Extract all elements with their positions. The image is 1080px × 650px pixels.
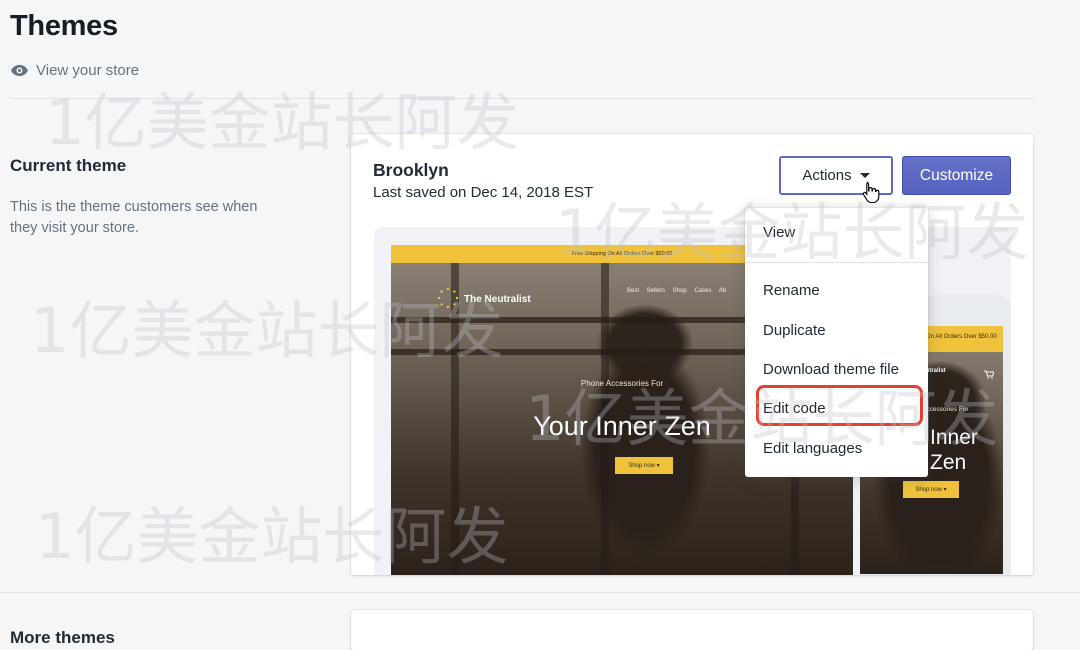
shop-now-button: Shop now ▾	[615, 457, 673, 474]
more-themes-heading: More themes	[10, 628, 115, 647]
store-nav: Best Sellers Shop Cases Ab	[627, 288, 727, 294]
mobile-hero-headline: Inner Zen	[930, 426, 978, 474]
menu-item-edit-code[interactable]: Edit code	[763, 400, 826, 417]
theme-name: Brooklyn	[373, 160, 449, 180]
menu-item-rename[interactable]: Rename	[763, 282, 820, 299]
eye-icon	[10, 64, 29, 77]
current-theme-description: This is the theme customers see when the…	[10, 199, 258, 236]
actions-label: Actions	[802, 167, 852, 184]
view-store-link[interactable]: View your store	[10, 62, 139, 79]
brand-name: The Neutralist	[464, 294, 531, 305]
menu-item-view[interactable]: View	[763, 224, 795, 241]
sun-icon	[437, 287, 459, 312]
menu-divider	[745, 262, 928, 263]
brand-logo: The Neutralist	[437, 287, 531, 312]
page-title: Themes	[10, 10, 118, 42]
menu-item-download-theme-file[interactable]: Download theme file	[763, 361, 899, 378]
view-store-label: View your store	[36, 62, 140, 79]
current-theme-heading: Current theme	[10, 156, 127, 175]
more-themes-card	[351, 610, 1033, 650]
section-divider	[0, 592, 1080, 593]
theme-last-saved: Last saved on Dec 14, 2018 EST	[373, 184, 594, 201]
menu-item-edit-languages[interactable]: Edit languages	[763, 440, 862, 457]
cart-icon	[984, 366, 995, 384]
mobile-shop-now-button: Shop now ▾	[903, 481, 959, 498]
actions-dropdown: View Rename Duplicate Download theme fil…	[745, 208, 928, 477]
hand-pointer-icon	[862, 181, 880, 208]
customize-button[interactable]: Customize	[902, 156, 1011, 195]
caret-down-icon	[859, 173, 870, 178]
header-divider	[10, 98, 1034, 99]
menu-item-duplicate[interactable]: Duplicate	[763, 322, 826, 339]
mobile-hero-eyebrow: Accessories For	[922, 406, 969, 413]
